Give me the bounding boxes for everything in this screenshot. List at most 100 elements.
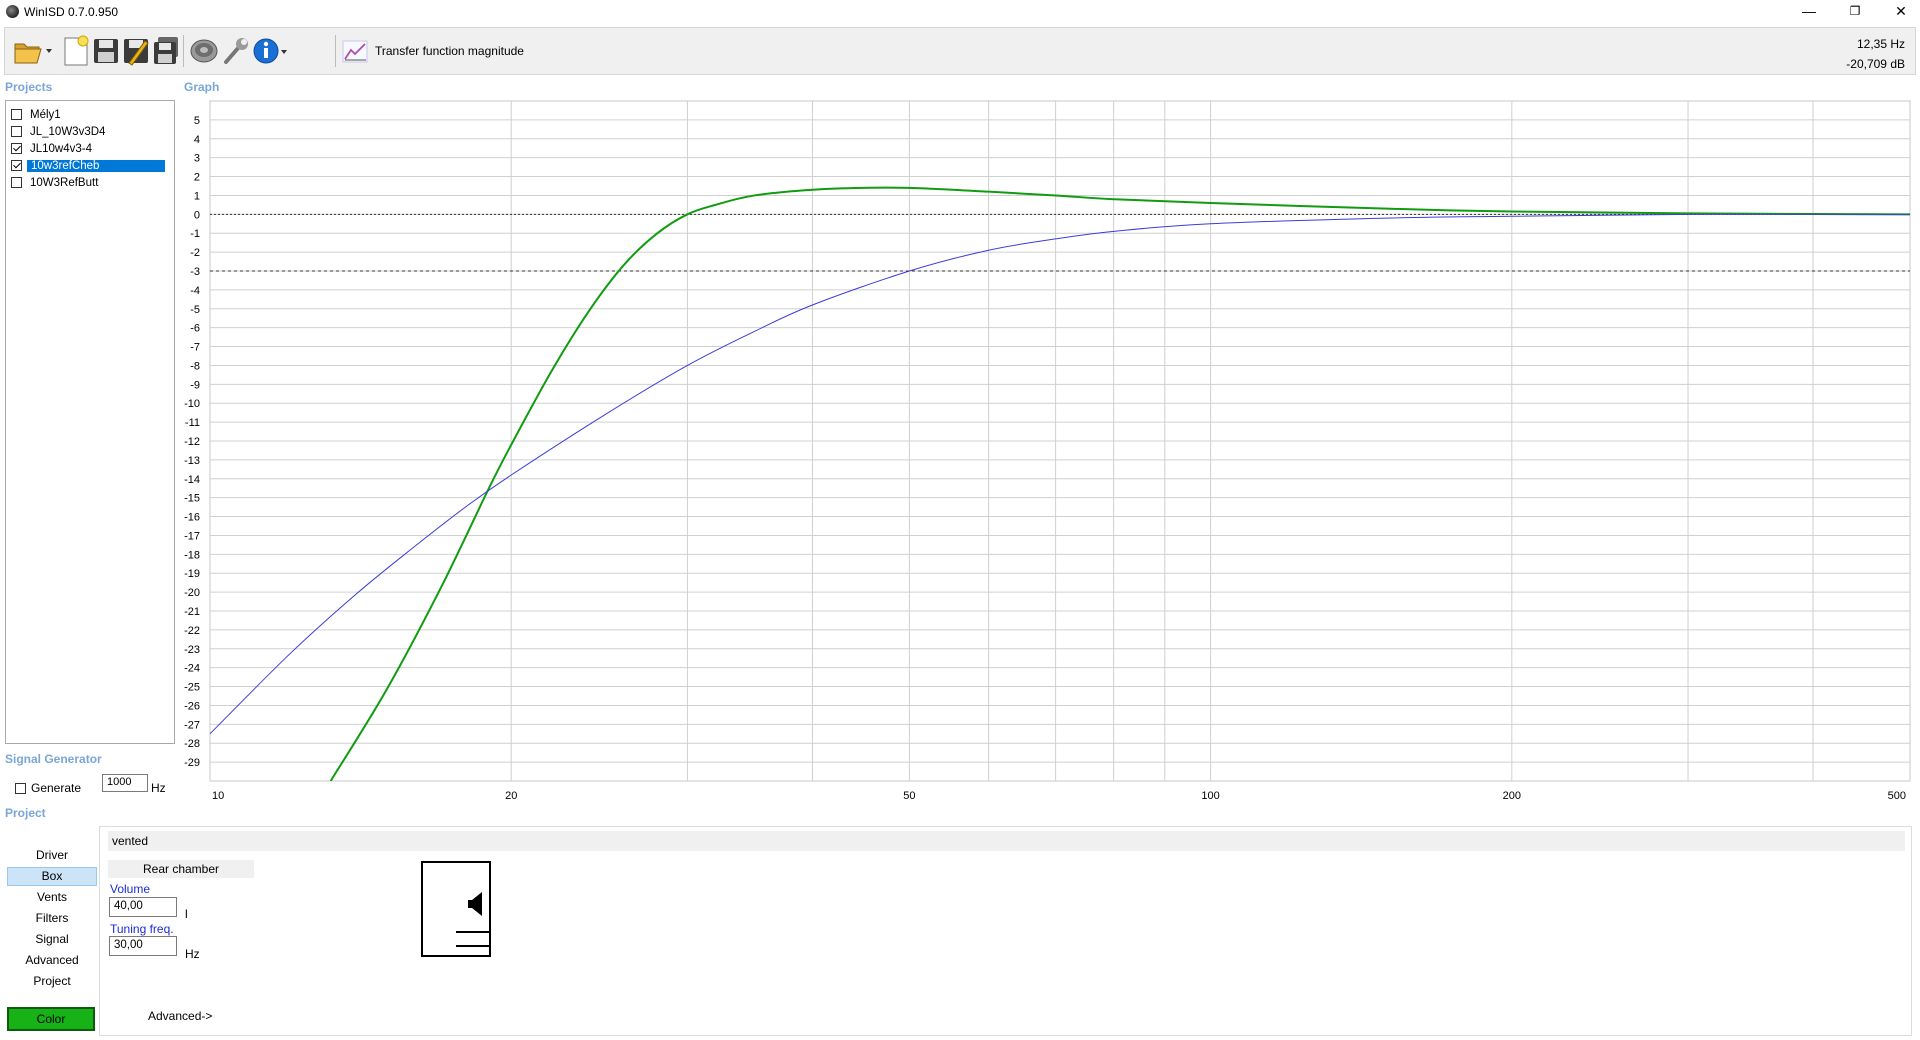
toolbar-separator — [183, 35, 184, 67]
tools-button[interactable] — [219, 34, 253, 68]
graph-type-selector[interactable]: Transfer function magnitude — [341, 36, 524, 66]
projects-header: Projects — [5, 80, 53, 94]
toolbar-separator — [335, 35, 336, 67]
save-as-button[interactable] — [119, 34, 153, 68]
generator-unit: Hz — [151, 781, 166, 795]
volume-unit: l — [185, 907, 188, 921]
tuning-freq-unit: Hz — [185, 947, 200, 961]
close-button[interactable]: ✕ — [1878, 0, 1920, 24]
x-tick-label: 500 — [1888, 790, 1906, 802]
tuning-freq-input[interactable]: 30,00 — [109, 936, 177, 956]
window-title: WinISD 0.7.0.950 — [24, 5, 119, 19]
title-bar: WinISD 0.7.0.950 — ❐ ✕ — [0, 0, 1920, 24]
transfer-function-graph[interactable]: 543210-1-2-3-4-5-6-7-8-9-10-11-12-13-14-… — [180, 96, 1920, 806]
new-project-button[interactable] — [59, 34, 93, 68]
project-name: 10W3RefButt — [30, 176, 99, 189]
y-tick-label: 5 — [194, 115, 200, 127]
nav-item-signal[interactable]: Signal — [7, 930, 97, 949]
y-tick-label: -28 — [184, 738, 200, 750]
open-project-button[interactable] — [11, 34, 55, 68]
y-tick-label: -24 — [184, 663, 200, 675]
y-tick-label: -27 — [184, 719, 200, 731]
nav-item-advanced[interactable]: Advanced — [7, 951, 97, 970]
x-tick-label: 50 — [903, 790, 915, 802]
y-tick-label: -6 — [190, 323, 200, 335]
y-tick-label: -11 — [185, 417, 200, 429]
project-list[interactable]: Mély1 JL_10W3v3D4 JL10w4v3-4 10w3refCheb 10W… — [5, 100, 175, 744]
project-checkbox[interactable] — [11, 160, 22, 171]
open-folder-icon — [14, 43, 52, 64]
y-tick-label: -3 — [190, 266, 200, 278]
minimize-button[interactable]: — — [1786, 0, 1832, 24]
generator-frequency-input[interactable]: 1000 — [102, 774, 148, 792]
project-item[interactable]: JL10w4v3-4 — [8, 140, 172, 157]
project-checkbox[interactable] — [11, 126, 22, 137]
save-button[interactable] — [89, 34, 123, 68]
y-tick-label: -4 — [190, 285, 200, 297]
nav-item-vents[interactable]: Vents — [7, 888, 97, 907]
floppy-disk-icon — [94, 39, 118, 63]
y-tick-label: 1 — [194, 190, 200, 202]
x-tick-label: 200 — [1503, 790, 1521, 802]
tuning-freq-label: Tuning freq. — [110, 922, 174, 936]
new-document-icon — [64, 35, 89, 66]
about-button[interactable] — [251, 34, 291, 68]
save-as-icon — [124, 39, 149, 66]
generate-checkbox[interactable] — [15, 782, 26, 794]
y-tick-label: -18 — [184, 549, 200, 561]
rear-chamber-tab[interactable]: Rear chamber — [108, 860, 254, 878]
project-item[interactable]: Mély1 — [8, 106, 172, 123]
graph-chart-icon — [342, 40, 368, 63]
y-tick-label: -29 — [184, 757, 200, 769]
y-tick-label: 2 — [194, 172, 200, 184]
nav-item-project[interactable]: Project — [7, 972, 97, 991]
y-tick-label: -19 — [184, 568, 200, 580]
y-tick-label: -2 — [190, 247, 200, 259]
x-tick-label: 20 — [505, 790, 517, 802]
color-button[interactable]: Color — [7, 1007, 95, 1031]
nav-item-driver[interactable]: Driver — [7, 846, 97, 865]
y-tick-label: -15 — [184, 493, 200, 505]
y-tick-label: -25 — [184, 682, 200, 694]
y-tick-label: -14 — [184, 474, 200, 486]
y-tick-label: -17 — [184, 530, 200, 542]
x-tick-label: 10 — [212, 790, 224, 802]
save-all-button[interactable] — [149, 34, 183, 68]
y-tick-label: -5 — [190, 304, 200, 316]
signal-generator-header: Signal Generator — [5, 752, 102, 766]
wrench-icon — [224, 38, 248, 64]
restore-button[interactable]: ❐ — [1832, 0, 1878, 24]
project-checkbox[interactable] — [11, 177, 22, 188]
project-checkbox[interactable] — [11, 143, 22, 154]
project-checkbox[interactable] — [11, 109, 22, 120]
speaker-driver-icon — [190, 39, 218, 63]
y-tick-label: -9 — [190, 379, 200, 391]
app-icon — [6, 5, 19, 18]
readout-level: -20,709 dB — [1846, 57, 1905, 71]
cursor-readout: 12,35 Hz -20,709 dB — [1846, 34, 1905, 74]
advanced-link[interactable]: Advanced-> — [148, 1009, 212, 1023]
project-item[interactable]: 10W3RefButt — [8, 174, 172, 191]
y-tick-label: -10 — [184, 398, 200, 410]
driver-editor-button[interactable] — [187, 34, 221, 68]
volume-label: Volume — [110, 882, 151, 896]
volume-input[interactable]: 40,00 — [109, 897, 177, 917]
y-tick-label: -7 — [190, 342, 200, 354]
box-panel — [99, 826, 1912, 1036]
x-tick-label: 100 — [1201, 790, 1219, 802]
y-tick-label: -12 — [184, 436, 200, 448]
y-tick-label: 3 — [194, 153, 200, 165]
y-tick-label: -23 — [184, 644, 200, 656]
project-name: JL10w4v3-4 — [30, 142, 93, 155]
box-type-selector[interactable]: vented — [108, 831, 1905, 851]
toolbar: Transfer function magnitude 12,35 Hz -20… — [4, 27, 1916, 75]
project-name: Mély1 — [30, 108, 61, 121]
project-item[interactable]: 10w3refCheb — [8, 157, 172, 174]
graph-header: Graph — [184, 80, 220, 94]
project-item[interactable]: JL_10W3v3D4 — [8, 123, 172, 140]
nav-item-filters[interactable]: Filters — [7, 909, 97, 928]
generate-toggle[interactable]: Generate — [12, 781, 81, 795]
y-tick-label: -8 — [190, 360, 200, 372]
project-name: JL_10W3v3D4 — [30, 125, 106, 138]
nav-item-box[interactable]: Box — [7, 867, 97, 886]
